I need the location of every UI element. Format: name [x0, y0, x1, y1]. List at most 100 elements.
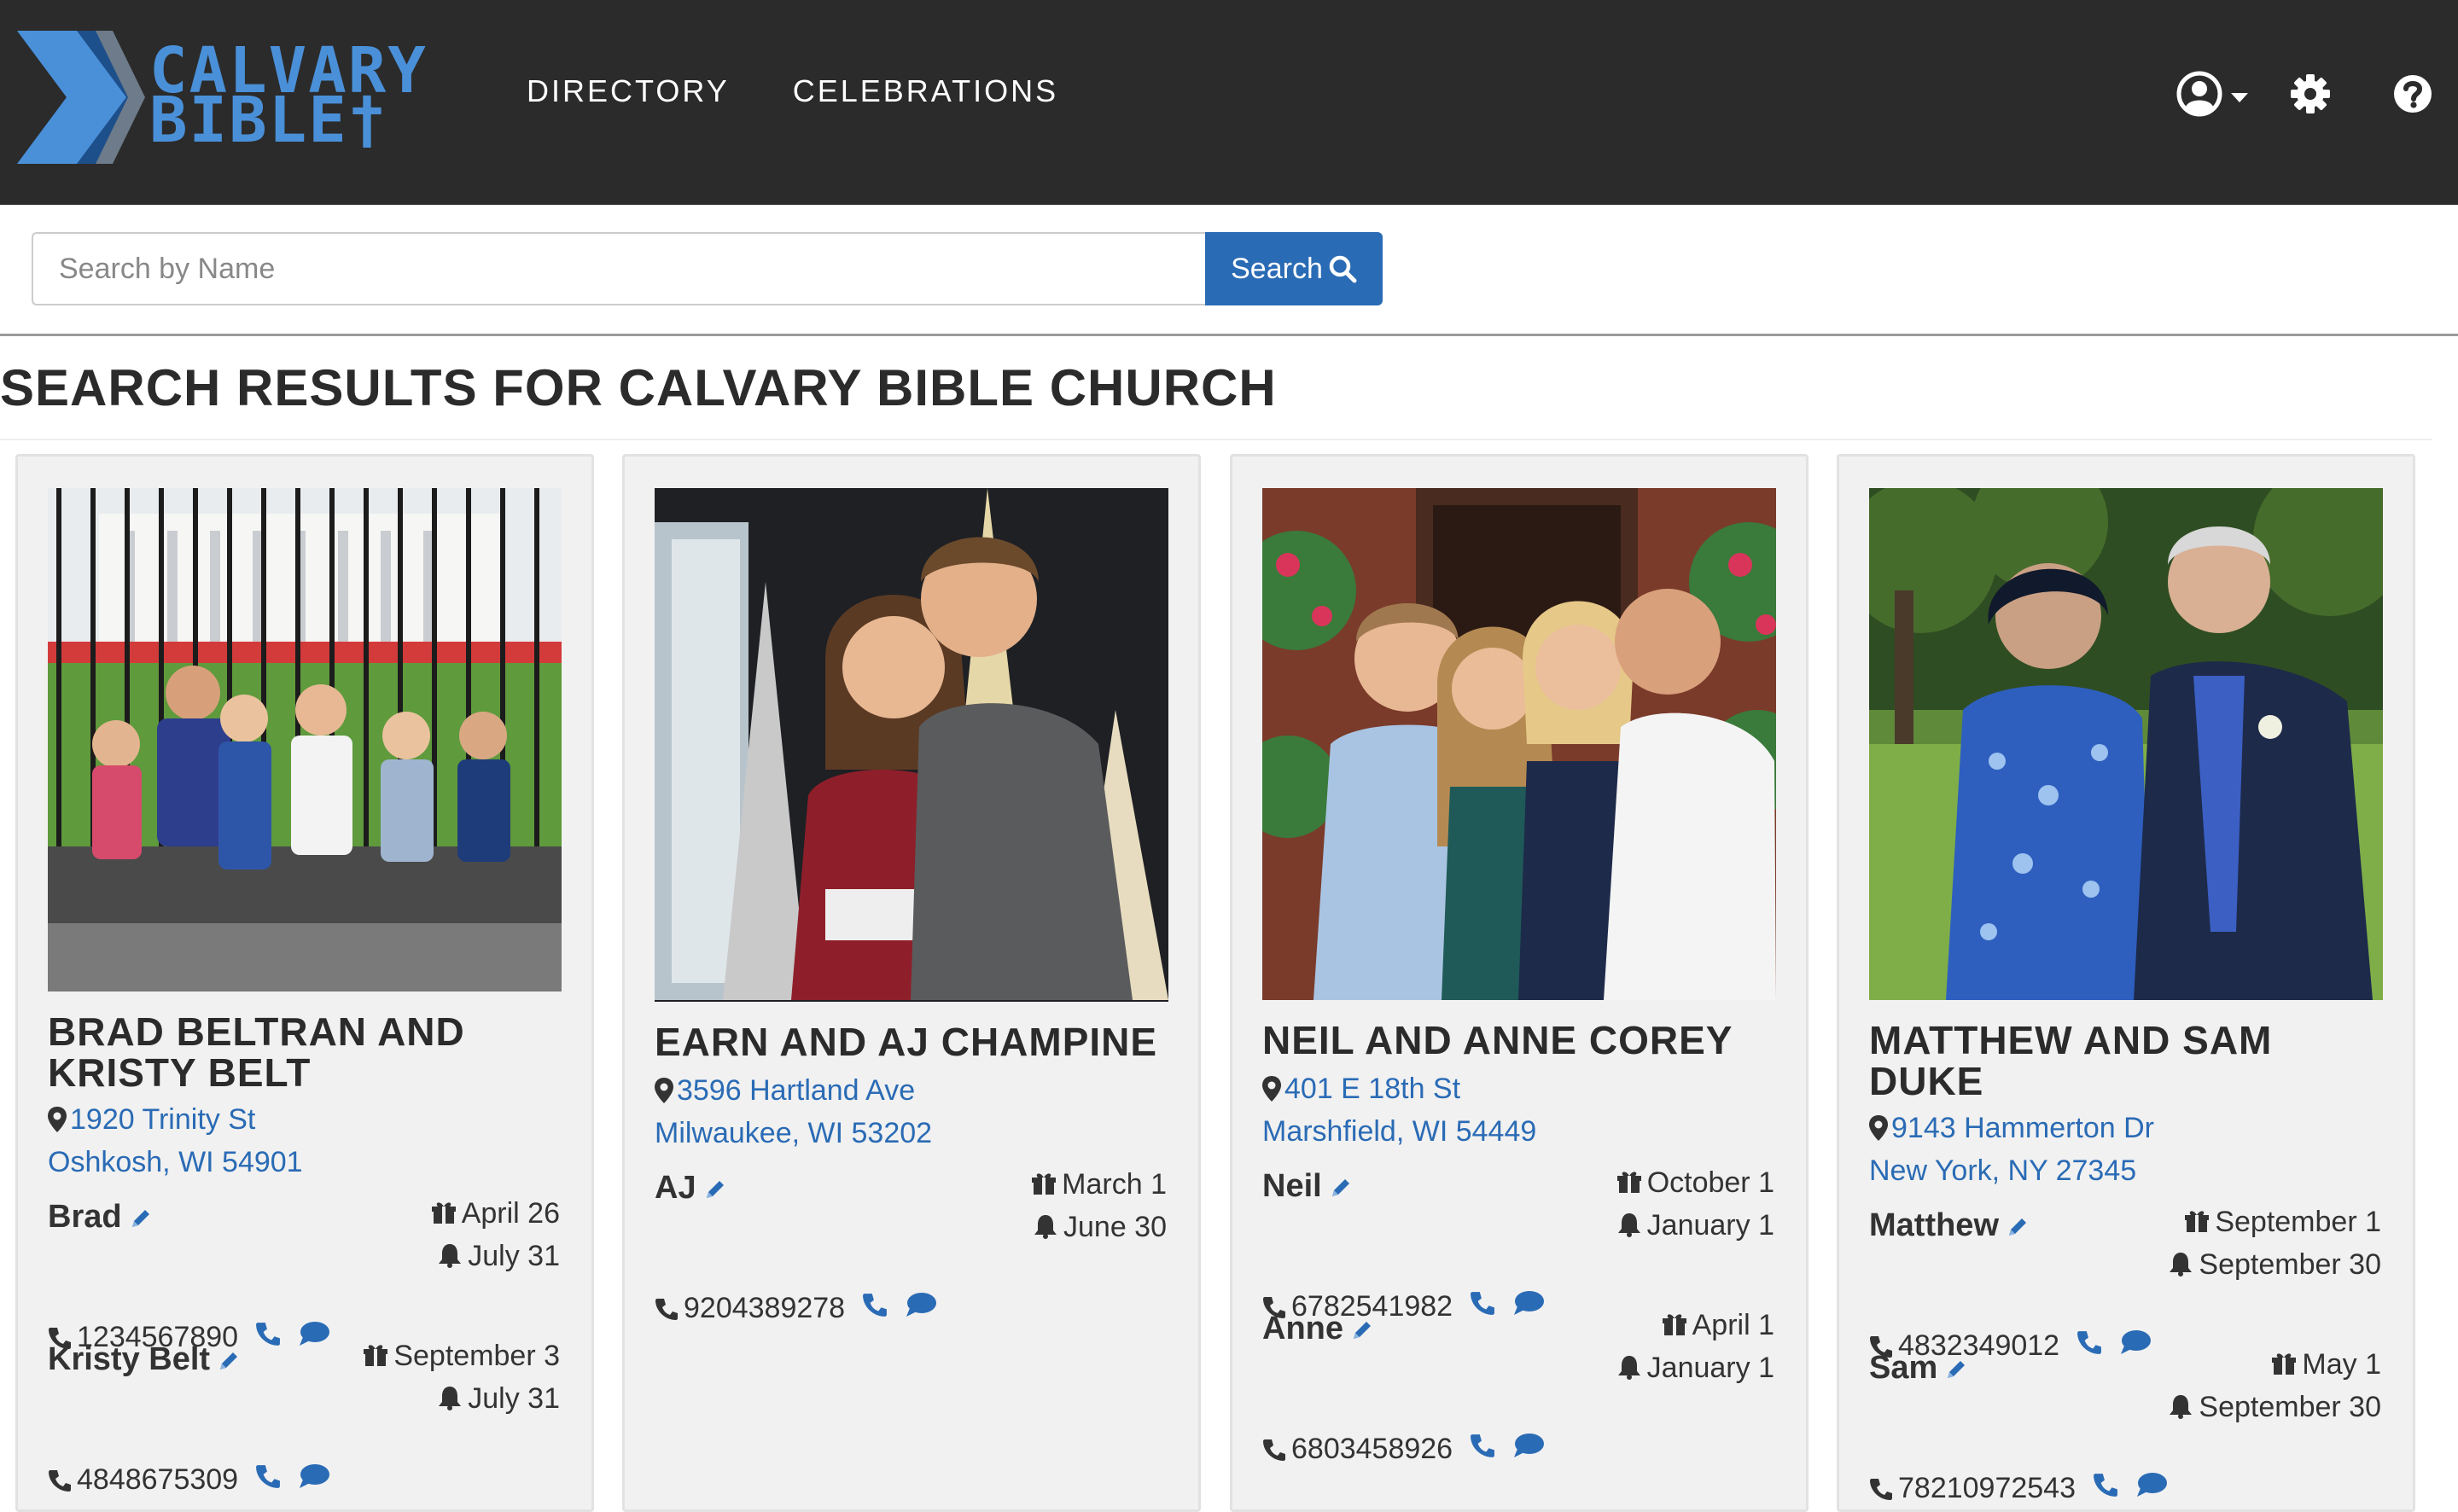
edit-pencil-icon[interactable] [1329, 1176, 1353, 1200]
member-name-text: Anne [1262, 1311, 1343, 1346]
bell-icon [1617, 1356, 1640, 1380]
comment-icon [2121, 1330, 2152, 1354]
member-dates: September 3 July 31 [363, 1335, 560, 1420]
comment-icon [1514, 1433, 1545, 1457]
message-button[interactable] [1512, 1432, 1545, 1467]
family-photo [1869, 488, 2383, 1000]
phone-icon [2077, 1331, 2102, 1354]
question-circle-icon [2394, 75, 2432, 113]
address-line-1-link[interactable]: 401 E 18th St [1284, 1073, 1460, 1105]
address-line-1-link[interactable]: 1920 Trinity St [70, 1103, 255, 1136]
call-button[interactable] [2076, 1329, 2102, 1363]
member-phone: 4848675309 [48, 1463, 330, 1497]
birthday-text: May 1 [2302, 1348, 2381, 1381]
logo-wordmark: CALVARY BIBLE† [149, 39, 428, 157]
edit-pencil-icon[interactable] [1944, 1358, 1968, 1381]
member-name: Neil [1262, 1168, 1353, 1205]
phone-icon [1870, 1478, 1892, 1500]
message-button[interactable] [905, 1291, 937, 1326]
nav-directory-link[interactable]: DIRECTORY [527, 73, 730, 109]
edit-pencil-icon[interactable] [217, 1349, 241, 1373]
nav-celebrations-link[interactable]: CELEBRATIONS [793, 73, 1058, 109]
page-title: SEARCH RESULTS FOR CALVARY BIBLE CHURCH [0, 359, 1277, 416]
family-card: NEIL AND ANNE COREY 401 E 18th St Marshf… [1230, 454, 1809, 1512]
address-line-2-link[interactable]: New York, NY 27345 [1869, 1154, 2136, 1187]
edit-pencil-icon[interactable] [2006, 1215, 2030, 1239]
bell-icon [1034, 1215, 1057, 1239]
member-phone: 9204389278 [655, 1291, 937, 1326]
member-name-text: Brad [48, 1199, 122, 1235]
comment-icon [1514, 1291, 1545, 1315]
birthday-text: March 1 [1062, 1168, 1167, 1201]
bell-icon [439, 1387, 462, 1410]
member-dates: October 1 January 1 [1616, 1161, 1774, 1247]
phone-icon [863, 1294, 888, 1317]
anniversary-text: September 30 [2199, 1248, 2381, 1281]
family-card: MATTHEW AND SAM DUKE 9143 Hammerton Dr N… [1837, 454, 2415, 1512]
message-button[interactable] [2135, 1471, 2168, 1506]
nav-links: DIRECTORY CELEBRATIONS [527, 73, 1121, 109]
edit-pencil-icon[interactable] [1350, 1318, 1374, 1342]
phone-number: 4848675309 [77, 1463, 239, 1496]
search-input[interactable] [32, 232, 1205, 305]
call-button[interactable] [255, 1463, 281, 1497]
family-address: 1920 Trinity St Oshkosh, WI 54901 [48, 1098, 303, 1183]
family-card: BRAD BELTRAN AND KRISTY BELT 1920 Trinit… [15, 454, 594, 1512]
anniversary-text: January 1 [1646, 1209, 1774, 1242]
calvary-bible-logo[interactable]: CALVARY BIBLE† [17, 31, 444, 164]
search-divider [0, 334, 2458, 336]
bell-icon [439, 1244, 462, 1268]
call-button[interactable] [862, 1292, 888, 1325]
logo-line-2: BIBLE† [149, 84, 388, 157]
settings-button[interactable] [2285, 61, 2336, 126]
member-name: AJ [655, 1170, 727, 1207]
address-line-2-link[interactable]: Oshkosh, WI 54901 [48, 1146, 303, 1178]
account-menu-button[interactable] [2170, 61, 2255, 126]
family-photo [48, 488, 562, 992]
gift-icon [364, 1345, 388, 1366]
edit-pencil-icon[interactable] [129, 1207, 153, 1230]
birthday-text: October 1 [1646, 1166, 1774, 1199]
family-card: EARN AND AJ CHAMPINE 3596 Hartland Ave M… [622, 454, 1201, 1512]
search-icon [1329, 255, 1357, 283]
member-dates: May 1 September 30 [2168, 1343, 2381, 1428]
gift-icon [2272, 1353, 2297, 1375]
gift-icon [1616, 1172, 1641, 1193]
address-line-2-link[interactable]: Marshfield, WI 54449 [1262, 1115, 1536, 1148]
call-button[interactable] [1470, 1433, 1495, 1466]
call-button[interactable] [1470, 1290, 1495, 1323]
map-marker-icon [48, 1107, 67, 1132]
gift-icon [1032, 1173, 1057, 1195]
message-button[interactable] [298, 1463, 330, 1497]
message-button[interactable] [298, 1320, 330, 1355]
edit-pencil-icon[interactable] [703, 1178, 727, 1201]
phone-icon [256, 1465, 281, 1488]
address-line-1-link[interactable]: 9143 Hammerton Dr [1891, 1112, 2154, 1144]
gift-icon [431, 1202, 456, 1224]
comment-icon [2137, 1473, 2168, 1497]
anniversary-text: July 31 [468, 1240, 560, 1272]
call-button[interactable] [255, 1321, 281, 1354]
message-button[interactable] [2119, 1329, 2152, 1364]
address-line-2-link[interactable]: Milwaukee, WI 53202 [655, 1117, 932, 1149]
help-button[interactable] [2387, 61, 2438, 126]
logo-chevron-icon [17, 31, 145, 164]
search-button[interactable]: Search [1205, 232, 1383, 305]
search-button-label: Search [1231, 252, 1323, 285]
member-name: Matthew [1869, 1207, 2030, 1244]
message-button[interactable] [1512, 1289, 1545, 1324]
call-button[interactable] [2093, 1472, 2118, 1505]
address-line-1-link[interactable]: 3596 Hartland Ave [677, 1074, 915, 1107]
phone-icon [256, 1323, 281, 1346]
phone-number: 6803458926 [1291, 1433, 1453, 1465]
family-address: 9143 Hammerton Dr New York, NY 27345 [1869, 1107, 2154, 1192]
comment-icon [906, 1293, 937, 1317]
member-name-text: Matthew [1869, 1207, 1999, 1243]
phone-number: 78210972543 [1898, 1472, 2076, 1504]
member-name: Sam [1869, 1350, 1968, 1387]
member-name-text: Sam [1869, 1350, 1938, 1386]
phone-icon [1471, 1434, 1495, 1457]
phone-icon [1471, 1292, 1495, 1315]
birthday-text: September 3 [393, 1340, 560, 1372]
phone-icon [1263, 1439, 1285, 1461]
